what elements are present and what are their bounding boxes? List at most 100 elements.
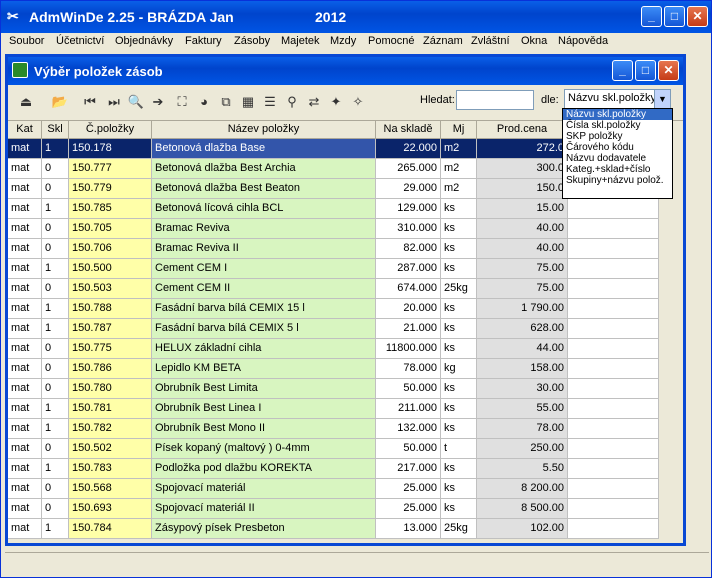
cell-kat[interactable]: mat <box>8 419 42 439</box>
cell-nazev[interactable]: Betonová dlažba Best Archia <box>152 159 376 179</box>
cell-skl[interactable]: 0 <box>42 479 69 499</box>
cell-mj[interactable]: ks <box>441 219 477 239</box>
cell-nazev[interactable]: Bramac Reviva II <box>152 239 376 259</box>
table-row[interactable]: mat 0 150.503 Cement CEM II 674.000 25kg 75.00 <box>8 279 683 299</box>
cell-na-sklade[interactable]: 20.000 <box>376 299 441 319</box>
cell-prod-cena[interactable]: 30.00 <box>477 379 568 399</box>
cell-skl[interactable]: 1 <box>42 519 69 539</box>
col-header-prod-cena[interactable]: Prod.cena <box>477 121 568 139</box>
cell-cislo[interactable]: 150.786 <box>69 359 152 379</box>
cell-skl[interactable]: 0 <box>42 439 69 459</box>
col-header-skl[interactable]: Skl <box>42 121 69 139</box>
cell-nazev[interactable]: Písek kopaný (maltový ) 0-4mm <box>152 439 376 459</box>
cell-cislo[interactable]: 150.693 <box>69 499 152 519</box>
cell-na-sklade[interactable]: 25.000 <box>376 499 441 519</box>
cell-mj[interactable]: kg <box>441 359 477 379</box>
cell-skl[interactable]: 0 <box>42 159 69 179</box>
cell-kat[interactable]: mat <box>8 499 42 519</box>
col-header-kat[interactable]: Kat <box>8 121 42 139</box>
dropdown-option[interactable]: Názvu skl.položky <box>563 109 672 120</box>
cell-mj[interactable]: ks <box>441 199 477 219</box>
menu-zasoby[interactable]: Zásoby <box>234 35 270 47</box>
cell-prod-cena[interactable]: 44.00 <box>477 339 568 359</box>
cell-cislo[interactable]: 150.779 <box>69 179 152 199</box>
table-row[interactable]: mat 0 150.706 Bramac Reviva II 82.000 ks 40.00 <box>8 239 683 259</box>
menu-zaznam[interactable]: Záznam <box>423 35 463 47</box>
dropdown-option[interactable]: Čárového kódu <box>563 142 672 153</box>
cell-kat[interactable]: mat <box>8 199 42 219</box>
cell-nazev[interactable]: Obrubník Best Limita <box>152 379 376 399</box>
col-header-nazev[interactable]: Název položky <box>152 121 376 139</box>
cell-prod-cena[interactable]: 78.00 <box>477 419 568 439</box>
cell-cislo[interactable]: 150.178 <box>69 139 152 159</box>
cell-kat[interactable]: mat <box>8 299 42 319</box>
table-row[interactable]: mat 1 150.785 Betonová lícová cihla BCL 129.… <box>8 199 683 219</box>
cell-cislo[interactable]: 150.783 <box>69 459 152 479</box>
cell-prod-cena[interactable]: 8 200.00 <box>477 479 568 499</box>
table-row[interactable]: mat 0 150.705 Bramac Reviva 310.000 ks 40.00 <box>8 219 683 239</box>
frame-icon[interactable]: ⛶ <box>172 92 192 112</box>
wand-icon[interactable]: ✦ <box>326 92 346 112</box>
cell-na-sklade[interactable]: 310.000 <box>376 219 441 239</box>
col-header-cislo[interactable]: Č.položky <box>69 121 152 139</box>
maximize-button[interactable]: □ <box>664 6 685 27</box>
cell-kat[interactable]: mat <box>8 519 42 539</box>
close-button[interactable]: ✕ <box>687 6 708 27</box>
table-row[interactable]: mat 0 150.775 HELUX základní cihla 11800.000… <box>8 339 683 359</box>
dropdown-option[interactable]: Skupiny+názvu polož. <box>563 175 672 186</box>
cell-cislo[interactable]: 150.568 <box>69 479 152 499</box>
cell-na-sklade[interactable]: 129.000 <box>376 199 441 219</box>
cell-skl[interactable]: 0 <box>42 179 69 199</box>
cell-mj[interactable]: ks <box>441 459 477 479</box>
table-row[interactable]: mat 0 150.693 Spojovací materiál II 25.000 ks… <box>8 499 683 519</box>
cell-cislo[interactable]: 150.782 <box>69 419 152 439</box>
menu-pomocne[interactable]: Pomocné <box>368 35 414 47</box>
cell-kat[interactable]: mat <box>8 259 42 279</box>
cell-kat[interactable]: mat <box>8 319 42 339</box>
cell-kat[interactable]: mat <box>8 239 42 259</box>
binoculars-icon[interactable]: ⚲ <box>282 92 302 112</box>
cell-kat[interactable]: mat <box>8 479 42 499</box>
menu-majetek[interactable]: Majetek <box>281 35 320 47</box>
cell-na-sklade[interactable]: 11800.000 <box>376 339 441 359</box>
cell-cislo[interactable]: 150.503 <box>69 279 152 299</box>
cell-nazev[interactable]: Fasádní barva bílá CEMIX 15 l <box>152 299 376 319</box>
cell-prod-cena[interactable]: 40.00 <box>477 239 568 259</box>
cell-prod-cena[interactable]: 75.00 <box>477 279 568 299</box>
menu-faktury[interactable]: Faktury <box>185 35 222 47</box>
cell-mj[interactable]: ks <box>441 299 477 319</box>
table-row[interactable]: mat 1 150.787 Fasádní barva bílá CEMIX 5 l2… <box>8 319 683 339</box>
table-row[interactable]: mat 1 150.783 Podložka pod dlažbu KOREKTA 21… <box>8 459 683 479</box>
cell-prod-cena[interactable]: 158.00 <box>477 359 568 379</box>
cell-na-sklade[interactable]: 21.000 <box>376 319 441 339</box>
cell-nazev[interactable]: Bramac Reviva <box>152 219 376 239</box>
cell-nazev[interactable]: Cement CEM II <box>152 279 376 299</box>
cell-kat[interactable]: mat <box>8 339 42 359</box>
cell-cislo[interactable]: 150.780 <box>69 379 152 399</box>
cell-prod-cena[interactable]: 40.00 <box>477 219 568 239</box>
menu-soubor[interactable]: Soubor <box>9 35 44 47</box>
cell-nazev[interactable]: Betonová dlažba Best Beaton <box>152 179 376 199</box>
col-header-mj[interactable]: Mj <box>441 121 477 139</box>
cell-skl[interactable]: 1 <box>42 399 69 419</box>
child-minimize-button[interactable]: _ <box>612 60 633 81</box>
cell-prod-cena[interactable]: 250.00 <box>477 439 568 459</box>
next-icon[interactable]: ➔ <box>148 92 168 112</box>
cell-mj[interactable]: m2 <box>441 139 477 159</box>
cell-prod-cena[interactable]: 272.0 <box>477 139 568 159</box>
cell-kat[interactable]: mat <box>8 399 42 419</box>
cell-prod-cena[interactable]: 5.50 <box>477 459 568 479</box>
menu-mzdy[interactable]: Mzdy <box>330 35 356 47</box>
cell-kat[interactable]: mat <box>8 139 42 159</box>
cell-prod-cena[interactable]: 15.00 <box>477 199 568 219</box>
cell-na-sklade[interactable]: 674.000 <box>376 279 441 299</box>
cell-mj[interactable]: ks <box>441 339 477 359</box>
minimize-button[interactable]: _ <box>641 6 662 27</box>
cell-mj[interactable]: m2 <box>441 159 477 179</box>
cell-nazev[interactable]: Fasádní barva bílá CEMIX 5 l <box>152 319 376 339</box>
cell-na-sklade[interactable]: 13.000 <box>376 519 441 539</box>
cell-prod-cena[interactable]: 628.00 <box>477 319 568 339</box>
cell-prod-cena[interactable]: 1 790.00 <box>477 299 568 319</box>
cell-skl[interactable]: 1 <box>42 419 69 439</box>
cell-mj[interactable]: ks <box>441 379 477 399</box>
